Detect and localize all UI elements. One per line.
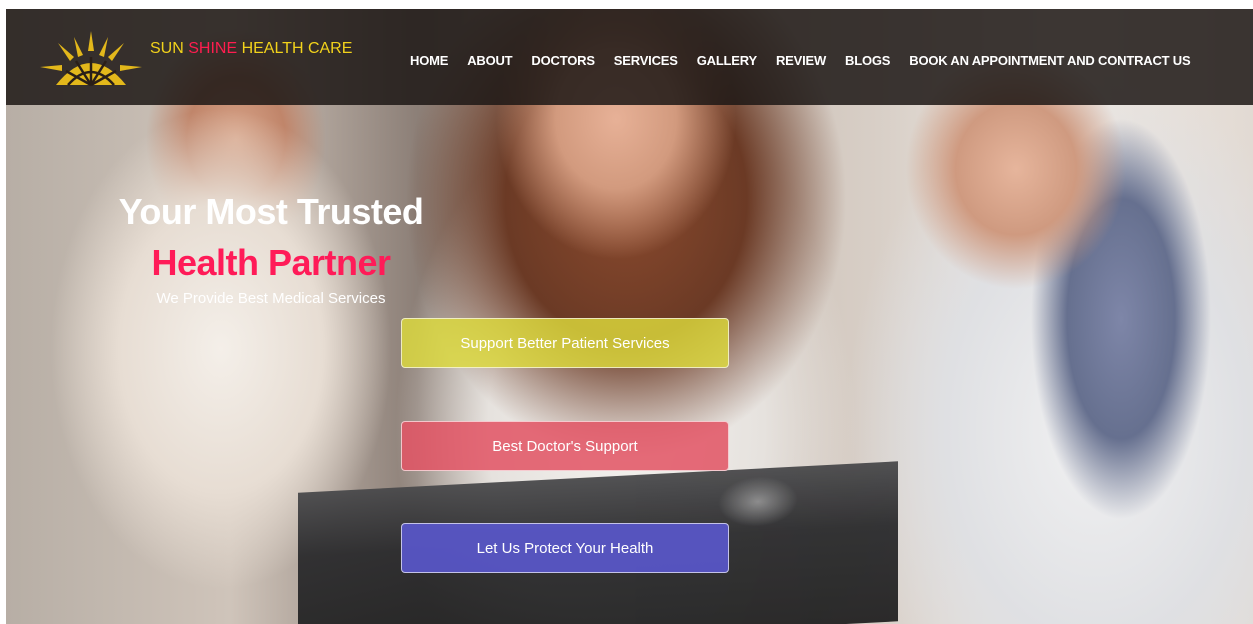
- nav-home-link[interactable]: HOME: [410, 53, 448, 68]
- hero-subtitle: We Provide Best Medical Services: [156, 290, 386, 307]
- nav-review-link[interactable]: REVIEW: [776, 53, 826, 68]
- best-doctor-support-button[interactable]: Best Doctor's Support: [401, 421, 729, 471]
- nav-gallery-link[interactable]: GALLERY: [697, 53, 757, 68]
- navbar: SUN SHINE HEALTH CARE HOME ABOUT DOCTORS…: [6, 9, 1253, 105]
- brand-health-text: HEALTH CARE: [237, 40, 353, 57]
- nav-blogs-link[interactable]: BLOGS: [845, 53, 890, 68]
- nav-appointment-contact-link[interactable]: BOOK AN APPOINTMENT AND CONTRACT US: [909, 53, 1190, 68]
- hero-title-line1: Your Most Trusted: [118, 191, 424, 232]
- protect-your-health-button[interactable]: Let Us Protect Your Health: [401, 523, 729, 573]
- nav-services-link[interactable]: SERVICES: [614, 53, 678, 68]
- brand-sun-text: SUN: [150, 40, 184, 57]
- page: SUN SHINE HEALTH CARE HOME ABOUT DOCTORS…: [6, 9, 1253, 624]
- brand-name[interactable]: SUN SHINE HEALTH CARE: [150, 40, 352, 58]
- support-patient-services-button[interactable]: Support Better Patient Services: [401, 318, 729, 368]
- nav-doctors-link[interactable]: DOCTORS: [531, 53, 595, 68]
- nav-about-link[interactable]: ABOUT: [467, 53, 512, 68]
- brand-shine-text: SHINE: [183, 40, 238, 57]
- main-nav: HOME ABOUT DOCTORS SERVICES GALLERY REVI…: [410, 53, 1209, 68]
- sunrise-logo-icon[interactable]: [36, 27, 146, 87]
- hero-title-line2: Health Partner: [151, 242, 391, 283]
